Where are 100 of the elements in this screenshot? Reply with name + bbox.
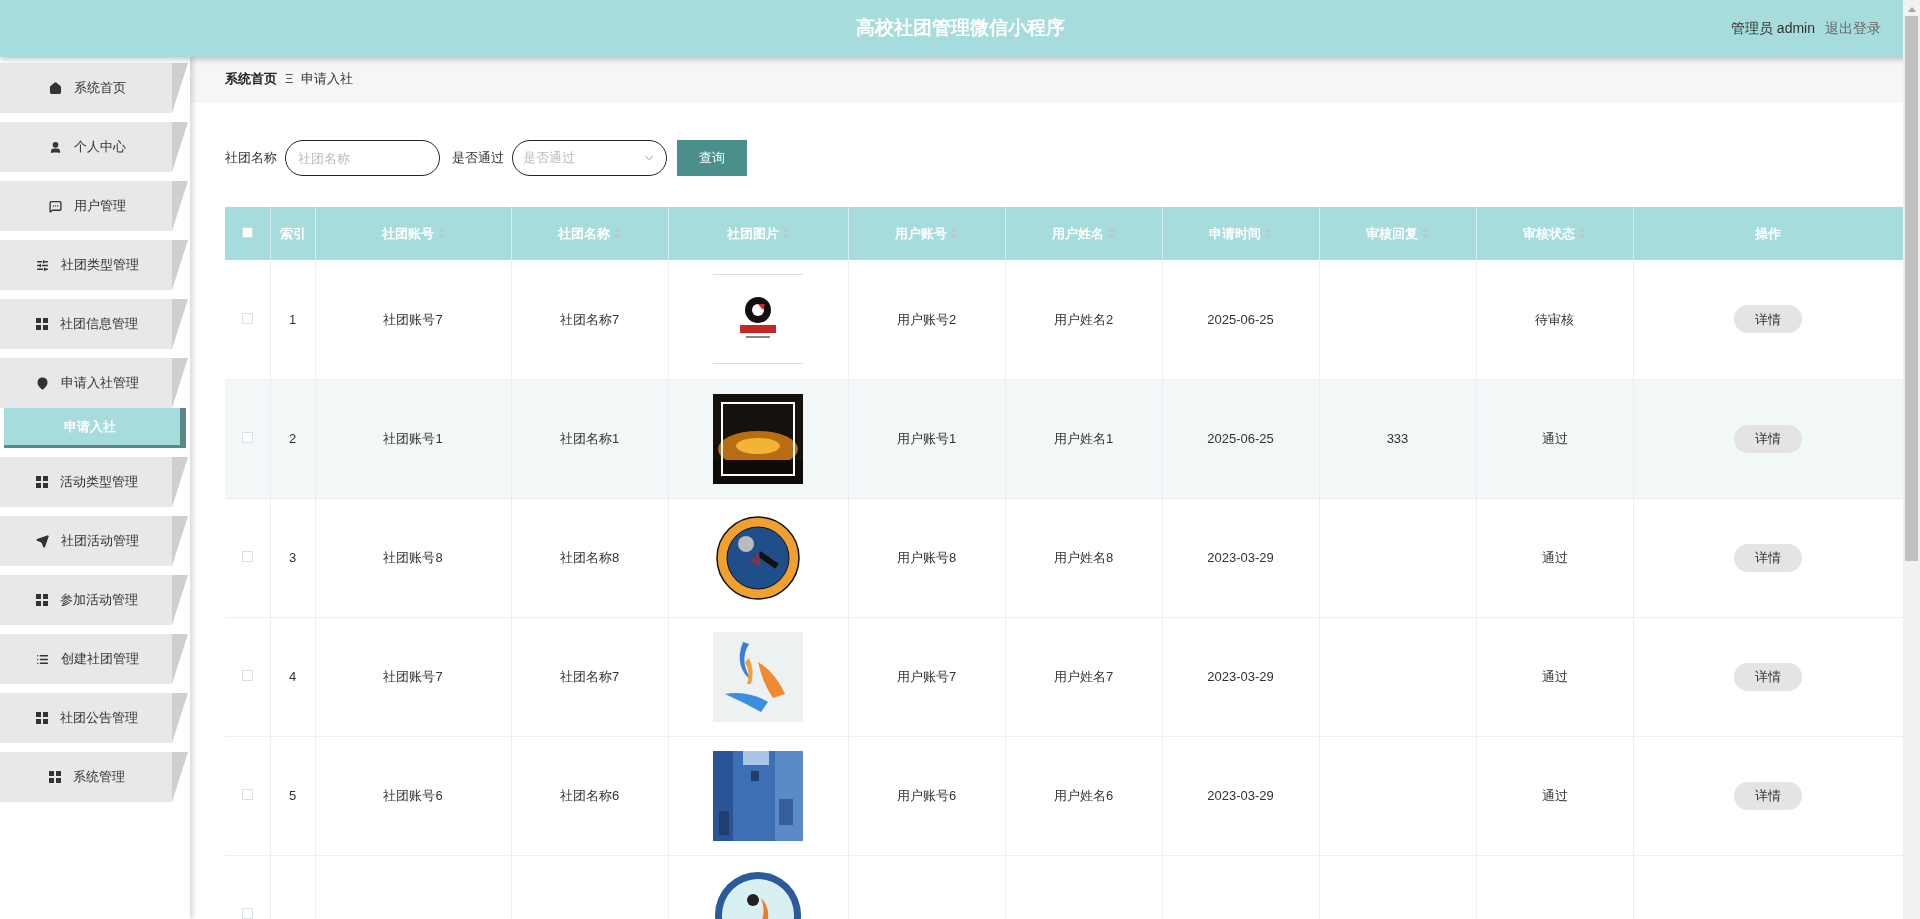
admin-label: 管理员 admin bbox=[1730, 19, 1815, 38]
table-cell: 5 bbox=[288, 787, 297, 803]
table-cell: 4 bbox=[288, 668, 297, 684]
table-cell: 用户姓名6 bbox=[1053, 787, 1114, 803]
grid-icon bbox=[36, 712, 48, 724]
table-cell: 2023-03-29 bbox=[1207, 549, 1274, 565]
column-header: 索引 bbox=[279, 224, 306, 243]
breadcrumb-link[interactable]: 系统首页 bbox=[225, 69, 277, 89]
scrollbar-thumb[interactable] bbox=[1905, 16, 1918, 561]
table-cell: 2023-03-29 bbox=[1207, 787, 1274, 803]
column-header: 操作 bbox=[1755, 224, 1781, 243]
column-header: 审核回复 bbox=[1366, 224, 1418, 243]
column-header: 审核状态 bbox=[1523, 224, 1575, 243]
checkbox[interactable] bbox=[241, 550, 253, 562]
table-cell: 社团名称6 bbox=[559, 787, 620, 803]
table-cell: 用户账号7 bbox=[896, 668, 957, 684]
table-cell: 2023-03-29 bbox=[1207, 668, 1274, 684]
sort-icon[interactable] bbox=[614, 228, 621, 239]
query-button[interactable]: 查询 bbox=[677, 140, 747, 176]
column-header: 用户姓名 bbox=[1052, 224, 1104, 243]
table-cell: 用户姓名7 bbox=[1053, 668, 1114, 684]
table-cell: 用户姓名8 bbox=[1053, 549, 1114, 565]
sidebar-item[interactable]: 申请入社管理 bbox=[0, 358, 188, 408]
sort-icon[interactable] bbox=[1579, 228, 1586, 239]
table-cell: 社团名称1 bbox=[559, 430, 620, 446]
table-cell: 社团名称8 bbox=[559, 549, 620, 565]
checkbox[interactable] bbox=[241, 226, 253, 238]
sidebar-item[interactable]: 系统首页 bbox=[0, 63, 188, 113]
table-cell: 社团账号7 bbox=[383, 668, 443, 684]
logout-link[interactable]: 退出登录 bbox=[1825, 18, 1881, 39]
sidebar-item[interactable]: 社团公告管理 bbox=[0, 693, 188, 743]
column-header: 申请时间 bbox=[1209, 224, 1261, 243]
table-cell: 通过 bbox=[1541, 787, 1568, 803]
checkbox[interactable] bbox=[241, 312, 253, 324]
checkbox[interactable] bbox=[241, 907, 253, 919]
sidebar-item[interactable]: 社团类型管理 bbox=[0, 240, 188, 290]
sort-icon[interactable] bbox=[951, 228, 958, 239]
user-icon bbox=[48, 140, 62, 154]
details-button[interactable]: 详情 bbox=[1734, 305, 1802, 334]
details-button[interactable]: 详情 bbox=[1734, 543, 1802, 572]
sidebar-item[interactable]: 社团信息管理 bbox=[0, 299, 188, 349]
checkbox[interactable] bbox=[241, 669, 253, 681]
table-cell: 3 bbox=[288, 549, 297, 565]
table-cell: 333 bbox=[1386, 430, 1409, 446]
checkbox[interactable] bbox=[241, 431, 253, 443]
grid-icon bbox=[36, 318, 48, 330]
table-cell: 2 bbox=[288, 430, 297, 446]
sort-icon[interactable] bbox=[1108, 228, 1115, 239]
table-cell: 社团名称7 bbox=[559, 311, 620, 327]
scroll-up-icon[interactable] bbox=[1907, 7, 1916, 12]
table-cell: 用户账号8 bbox=[896, 549, 957, 565]
table-cell: 1 bbox=[288, 311, 297, 327]
table-cell: 用户账号6 bbox=[896, 787, 957, 803]
app-title: 高校社团管理微信小程序 bbox=[855, 16, 1065, 41]
list-icon bbox=[35, 652, 49, 666]
table-cell: 通过 bbox=[1541, 430, 1568, 446]
table-cell: 社团账号7 bbox=[383, 311, 443, 327]
sidebar-item[interactable]: 活动类型管理 bbox=[0, 457, 188, 507]
sidebar-item[interactable]: 参加活动管理 bbox=[0, 575, 188, 625]
grid-icon bbox=[36, 594, 48, 606]
chat-icon bbox=[48, 199, 62, 213]
search-field[interactable]: 社团名称 bbox=[285, 140, 440, 176]
grid-icon bbox=[36, 476, 48, 488]
field-label: 社团名称 bbox=[225, 149, 277, 168]
pin-icon bbox=[35, 376, 49, 390]
paper-plane-icon bbox=[35, 534, 49, 548]
details-button[interactable]: 详情 bbox=[1734, 662, 1802, 691]
column-header: 用户账号 bbox=[895, 224, 947, 243]
table-cell: 待审核 bbox=[1535, 311, 1574, 327]
table-cell: 社团账号8 bbox=[383, 549, 443, 565]
details-button[interactable]: 详情 bbox=[1734, 424, 1802, 453]
table-cell: 用户姓名1 bbox=[1053, 430, 1114, 446]
grid-icon bbox=[49, 771, 61, 783]
sort-icon[interactable] bbox=[437, 228, 445, 239]
table-cell: 用户姓名2 bbox=[1053, 311, 1114, 327]
sort-icon[interactable] bbox=[782, 228, 790, 239]
column-header: 社团名称 bbox=[558, 224, 610, 243]
breadcrumb-separator: Ξ bbox=[285, 70, 294, 89]
table-cell: 通过 bbox=[1541, 549, 1568, 565]
sliders-icon bbox=[35, 258, 49, 272]
sidebar-item[interactable]: 创建社团管理 bbox=[0, 634, 188, 684]
sort-icon[interactable] bbox=[1265, 228, 1272, 239]
column-header: 社团图片 bbox=[726, 224, 779, 243]
sidebar-item[interactable]: 社团活动管理 bbox=[0, 516, 188, 566]
table-cell: 社团账号6 bbox=[383, 787, 443, 803]
details-button[interactable]: 详情 bbox=[1734, 781, 1802, 810]
sort-icon[interactable] bbox=[1422, 228, 1429, 239]
table-cell: 社团账号1 bbox=[383, 430, 443, 446]
home-icon bbox=[48, 81, 62, 95]
breadcrumb-current: 申请入社 bbox=[301, 70, 354, 89]
sidebar-item[interactable]: 个人中心 bbox=[0, 122, 188, 172]
sidebar-item[interactable]: 系统管理 bbox=[0, 752, 188, 802]
table-cell: 2025-06-25 bbox=[1207, 430, 1274, 446]
sidebar-item[interactable]: 用户管理 bbox=[0, 181, 188, 231]
table-cell: 社团名称7 bbox=[559, 668, 620, 684]
column-header: 社团账号 bbox=[381, 224, 434, 243]
field-label: 是否通过 bbox=[452, 149, 504, 168]
table-cell: 通过 bbox=[1541, 668, 1568, 684]
table-cell: 用户账号1 bbox=[896, 430, 957, 446]
checkbox[interactable] bbox=[241, 788, 253, 800]
